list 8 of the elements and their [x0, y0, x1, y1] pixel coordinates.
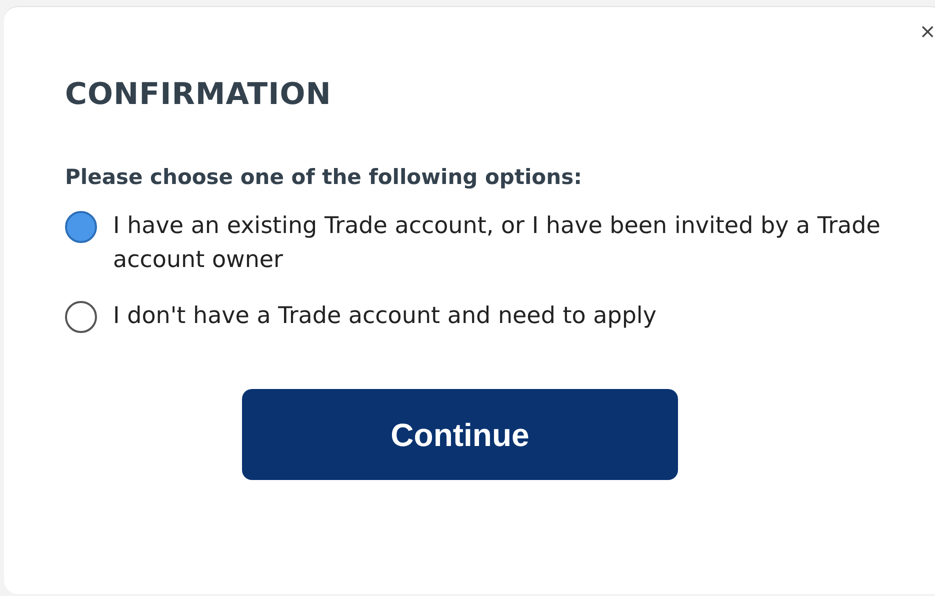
option-label[interactable]: I have an existing Trade account, or I have been invited by a Trade account owner — [113, 209, 903, 277]
continue-button[interactable]: Continue — [242, 389, 678, 480]
option-label[interactable]: I don't have a Trade account and need to apply — [113, 299, 903, 333]
prompt-text: Please choose one of the following options: — [65, 164, 582, 191]
dialog-title: CONFIRMATION — [65, 77, 332, 113]
close-icon[interactable]: × — [919, 21, 935, 41]
radio-button[interactable] — [65, 211, 97, 243]
radio-button[interactable] — [65, 301, 97, 333]
